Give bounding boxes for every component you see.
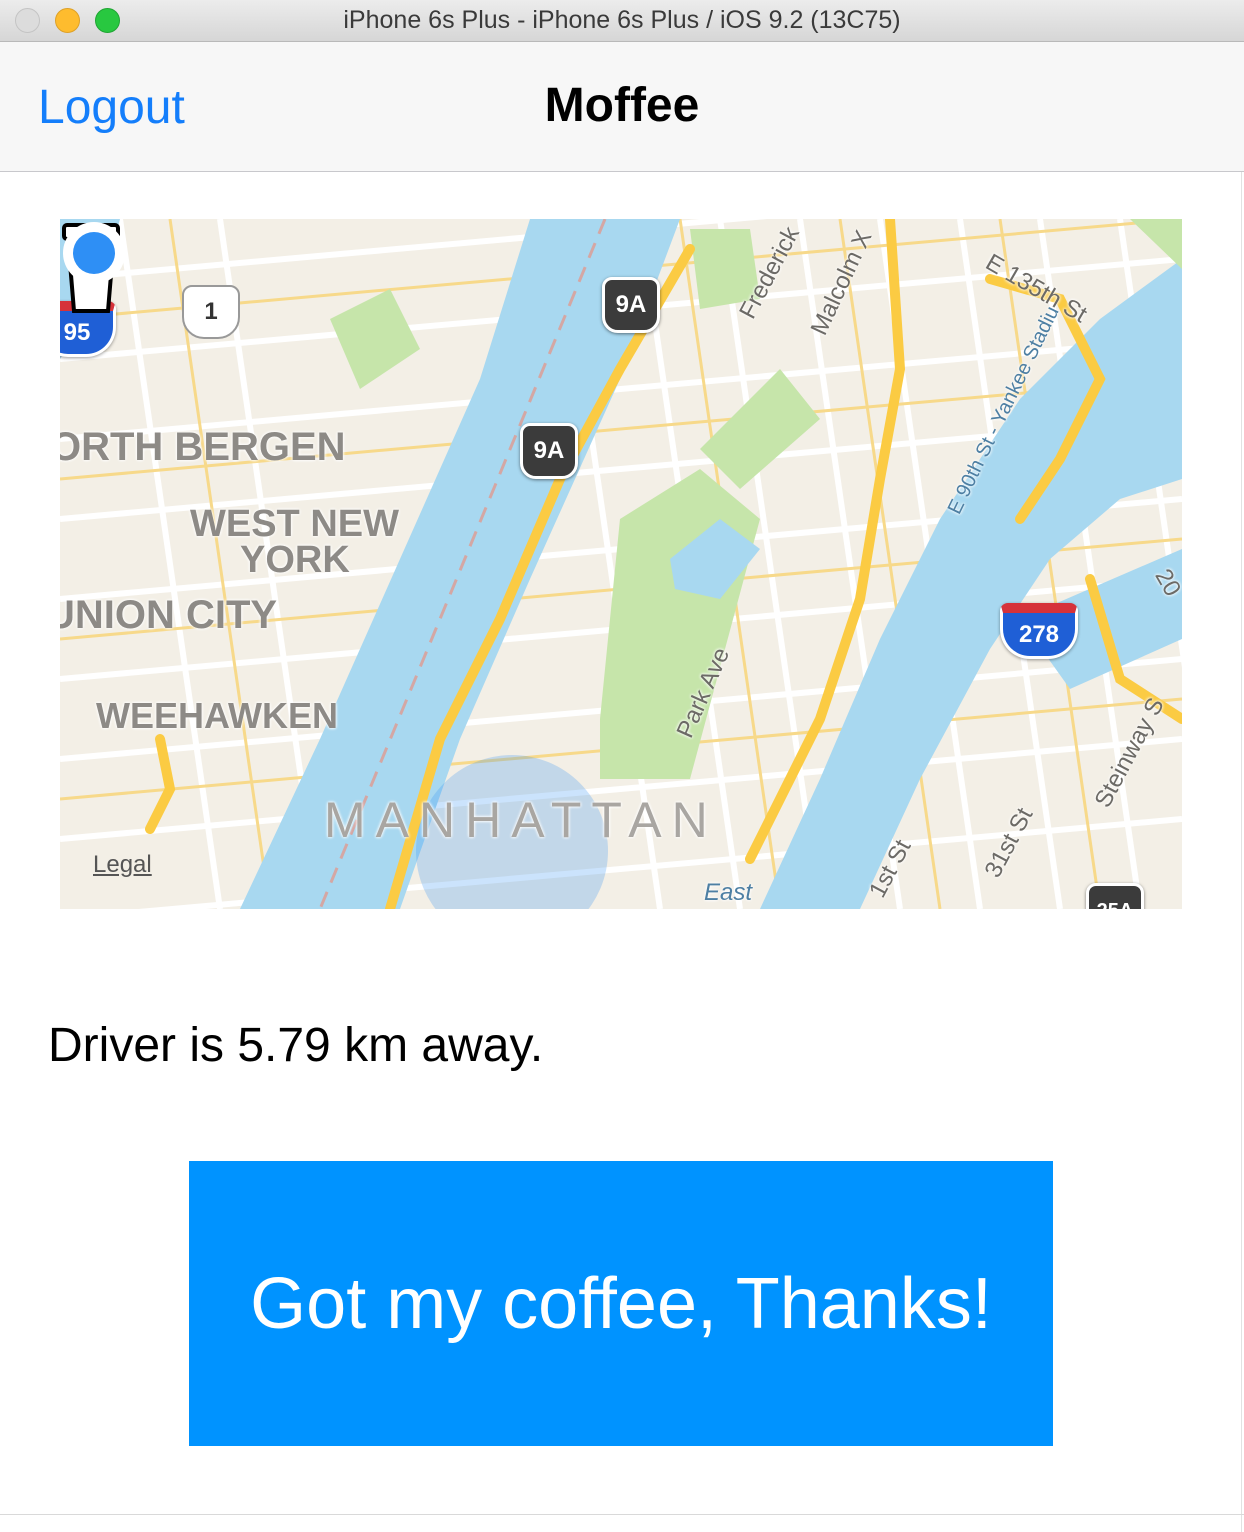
map-view[interactable]: 95 1 9A 9A 278 25A ORTH BERGEN WEST NEW … <box>60 219 1182 909</box>
map-legal-link[interactable]: Legal <box>93 851 152 879</box>
route-9a-shield-mid: 9A <box>520 423 578 479</box>
page-title: Moffee <box>544 79 700 132</box>
i-278-shield: 278 <box>1000 603 1078 659</box>
window-title: iPhone 6s Plus - iPhone 6s Plus / iOS 9.… <box>343 6 901 34</box>
label-manhattan: MANHATTAN <box>324 792 718 848</box>
label-north-bergen: ORTH BERGEN <box>60 425 346 469</box>
bottom-divider <box>0 1514 1244 1515</box>
driver-distance-label: Driver is 5.79 km away. <box>48 1019 544 1072</box>
water-label-east: East <box>704 879 753 906</box>
label-union-city: UNION CITY <box>60 593 278 637</box>
navigation-bar: Logout Moffee <box>0 42 1244 172</box>
label-west-new-york-line2: YORK <box>240 539 350 581</box>
route-9a-shield-top: 9A <box>602 277 660 333</box>
label-weehawken: WEEHAWKEN <box>96 695 338 736</box>
route-25a-shield: 25A <box>1086 883 1144 909</box>
got-coffee-button[interactable]: Got my coffee, Thanks! <box>189 1161 1053 1446</box>
window-right-edge <box>1241 172 1242 1532</box>
simulator-title-bar: iPhone 6s Plus - iPhone 6s Plus / iOS 9.… <box>0 0 1244 42</box>
user-location-icon[interactable] <box>60 219 128 287</box>
us-1-shield: 1 <box>182 285 240 339</box>
